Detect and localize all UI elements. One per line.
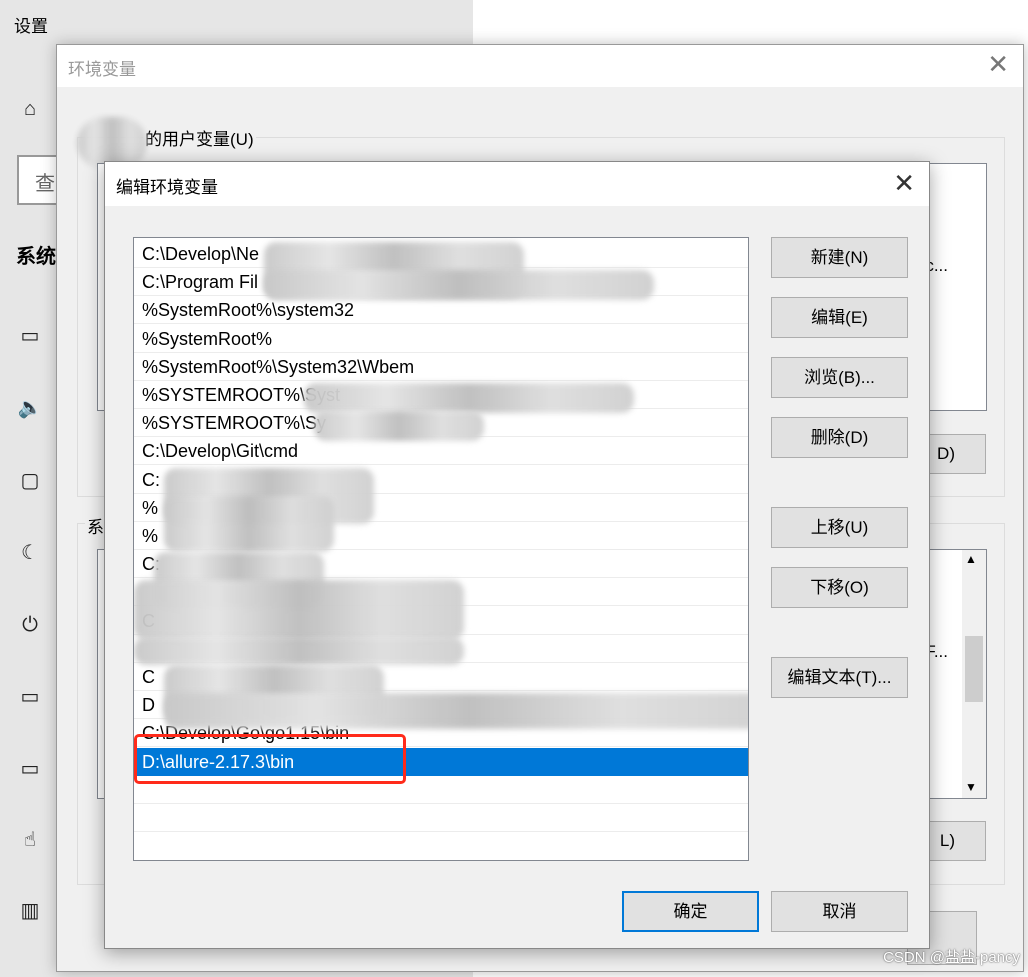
path-entry[interactable]: %SystemRoot%\system32 bbox=[134, 296, 748, 325]
focus-assist-icon[interactable]: ☾ bbox=[16, 539, 44, 567]
redacted-region bbox=[264, 270, 654, 301]
scroll-up-icon[interactable]: ▲ bbox=[965, 552, 977, 566]
multitasking-icon[interactable]: ▥ bbox=[16, 897, 44, 925]
redacted-region bbox=[164, 495, 334, 552]
settings-title: 设置 bbox=[14, 17, 48, 36]
close-icon[interactable]: ✕ bbox=[893, 168, 915, 199]
delete-button[interactable]: 删除(D) bbox=[771, 417, 908, 458]
dialog-title: 编辑环境变量 bbox=[116, 178, 218, 197]
scroll-down-icon[interactable]: ▼ bbox=[965, 780, 977, 794]
redacted-region bbox=[304, 383, 634, 413]
storage-icon[interactable]: ▭ bbox=[16, 755, 44, 783]
system-variables-label: 系 bbox=[85, 513, 106, 538]
display-icon[interactable]: ▭ bbox=[16, 322, 44, 350]
path-entry[interactable]: %SystemRoot% bbox=[134, 325, 748, 353]
scroll-thumb[interactable] bbox=[965, 636, 983, 702]
path-entry[interactable]: %SystemRoot%\System32\Wbem bbox=[134, 353, 748, 381]
notifications-icon[interactable]: ▢ bbox=[16, 467, 44, 495]
redacted-region bbox=[314, 411, 484, 442]
redacted-region bbox=[134, 636, 464, 665]
title-bar: 编辑环境变量 ✕ bbox=[105, 162, 929, 206]
path-entry[interactable] bbox=[134, 804, 748, 832]
search-label: 查 bbox=[35, 173, 55, 195]
home-icon[interactable]: ⌂ bbox=[16, 95, 44, 123]
edit-text-button[interactable]: 编辑文本(T)... bbox=[771, 657, 908, 698]
sound-icon[interactable]: 🔈 bbox=[16, 394, 44, 422]
cancel-button[interactable]: 取消 bbox=[771, 891, 908, 932]
new-button[interactable]: 新建(N) bbox=[771, 237, 908, 278]
move-down-button[interactable]: 下移(O) bbox=[771, 567, 908, 608]
edit-environment-variable-dialog: 编辑环境变量 ✕ C:\Develop\Ne C:\Program Fil %Sys… bbox=[104, 161, 930, 949]
redacted-region bbox=[164, 693, 748, 730]
title-bar: 环境变量 ✕ bbox=[57, 45, 1023, 87]
highlight-annotation bbox=[134, 734, 406, 784]
tablet-icon[interactable]: ☝ bbox=[16, 826, 44, 854]
section-title: 系统 bbox=[16, 246, 56, 268]
battery-icon[interactable]: ▭ bbox=[16, 683, 44, 711]
power-icon[interactable]: ⏻ bbox=[16, 611, 44, 639]
browse-button[interactable]: 浏览(B)... bbox=[771, 357, 908, 398]
watermark: CSDN @盐盐-pancy bbox=[883, 949, 1020, 966]
dialog-title: 环境变量 bbox=[68, 60, 136, 79]
scrollbar[interactable]: ▲ ▼ bbox=[962, 550, 986, 798]
user-variables-label: 的用户变量(U) bbox=[143, 125, 256, 150]
path-entry[interactable]: C:\Develop\Git\cmd bbox=[134, 437, 748, 466]
redacted-region bbox=[134, 580, 464, 641]
move-up-button[interactable]: 上移(U) bbox=[771, 507, 908, 548]
close-icon[interactable]: ✕ bbox=[987, 49, 1009, 80]
edit-button[interactable]: 编辑(E) bbox=[771, 297, 908, 338]
ok-button[interactable]: 确定 bbox=[622, 891, 759, 932]
